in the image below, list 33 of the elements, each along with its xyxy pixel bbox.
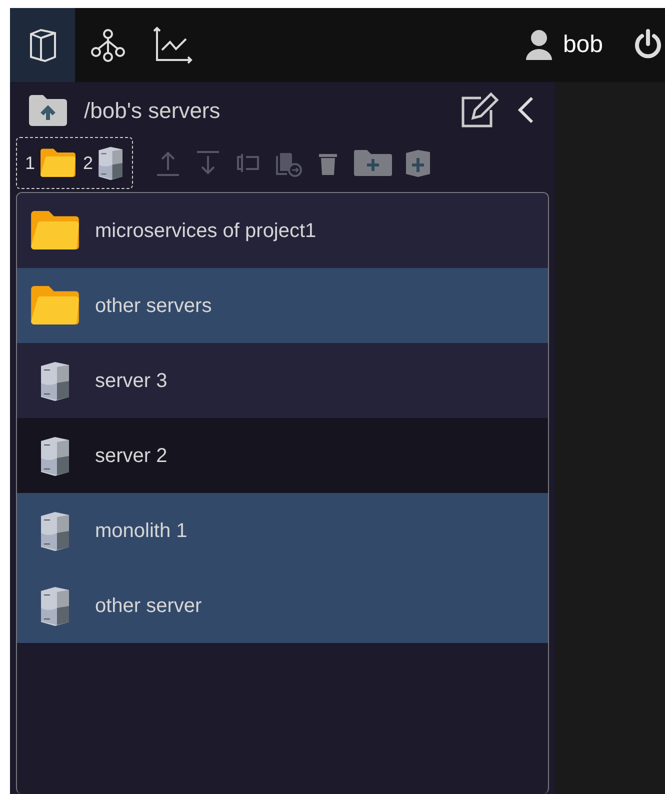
- folder-count: 1: [25, 152, 36, 174]
- item-name: server 3: [95, 368, 168, 394]
- box-icon: [28, 28, 58, 62]
- server-icon: [39, 360, 71, 400]
- list-item[interactable]: other server: [17, 568, 548, 643]
- server-count: 2: [83, 152, 94, 174]
- list-item[interactable]: server 2: [17, 418, 548, 493]
- folder-icon: [29, 285, 81, 326]
- list-item[interactable]: other servers: [17, 268, 548, 343]
- server-icon: [39, 586, 71, 626]
- username: bob: [562, 30, 603, 60]
- item-name: other servers: [95, 294, 212, 318]
- server-icon: [39, 510, 71, 550]
- server-icon: [97, 146, 124, 180]
- item-name: microservices of project1: [95, 218, 316, 244]
- folder-up-icon[interactable]: [28, 94, 68, 126]
- network-icon: [90, 28, 124, 62]
- server-icon: [39, 436, 71, 476]
- list-item[interactable]: monolith 1: [17, 493, 548, 568]
- folder-icon: [39, 148, 78, 178]
- current-path: /bob's servers: [84, 96, 220, 124]
- item-name: other server: [95, 594, 202, 618]
- folder-icon: [29, 210, 81, 251]
- folder-plus-icon[interactable]: [353, 148, 394, 178]
- power-icon[interactable]: [633, 29, 663, 61]
- item-name: monolith 1: [95, 518, 188, 544]
- edit-icon[interactable]: [459, 90, 499, 130]
- list-item[interactable]: server 3: [17, 343, 548, 418]
- line-chart-icon: [152, 26, 192, 64]
- user-icon: [524, 29, 553, 61]
- item-name: server 2: [95, 444, 168, 468]
- list-item[interactable]: microservices of project1: [17, 193, 548, 268]
- nav-tab[interactable]: [10, 8, 75, 82]
